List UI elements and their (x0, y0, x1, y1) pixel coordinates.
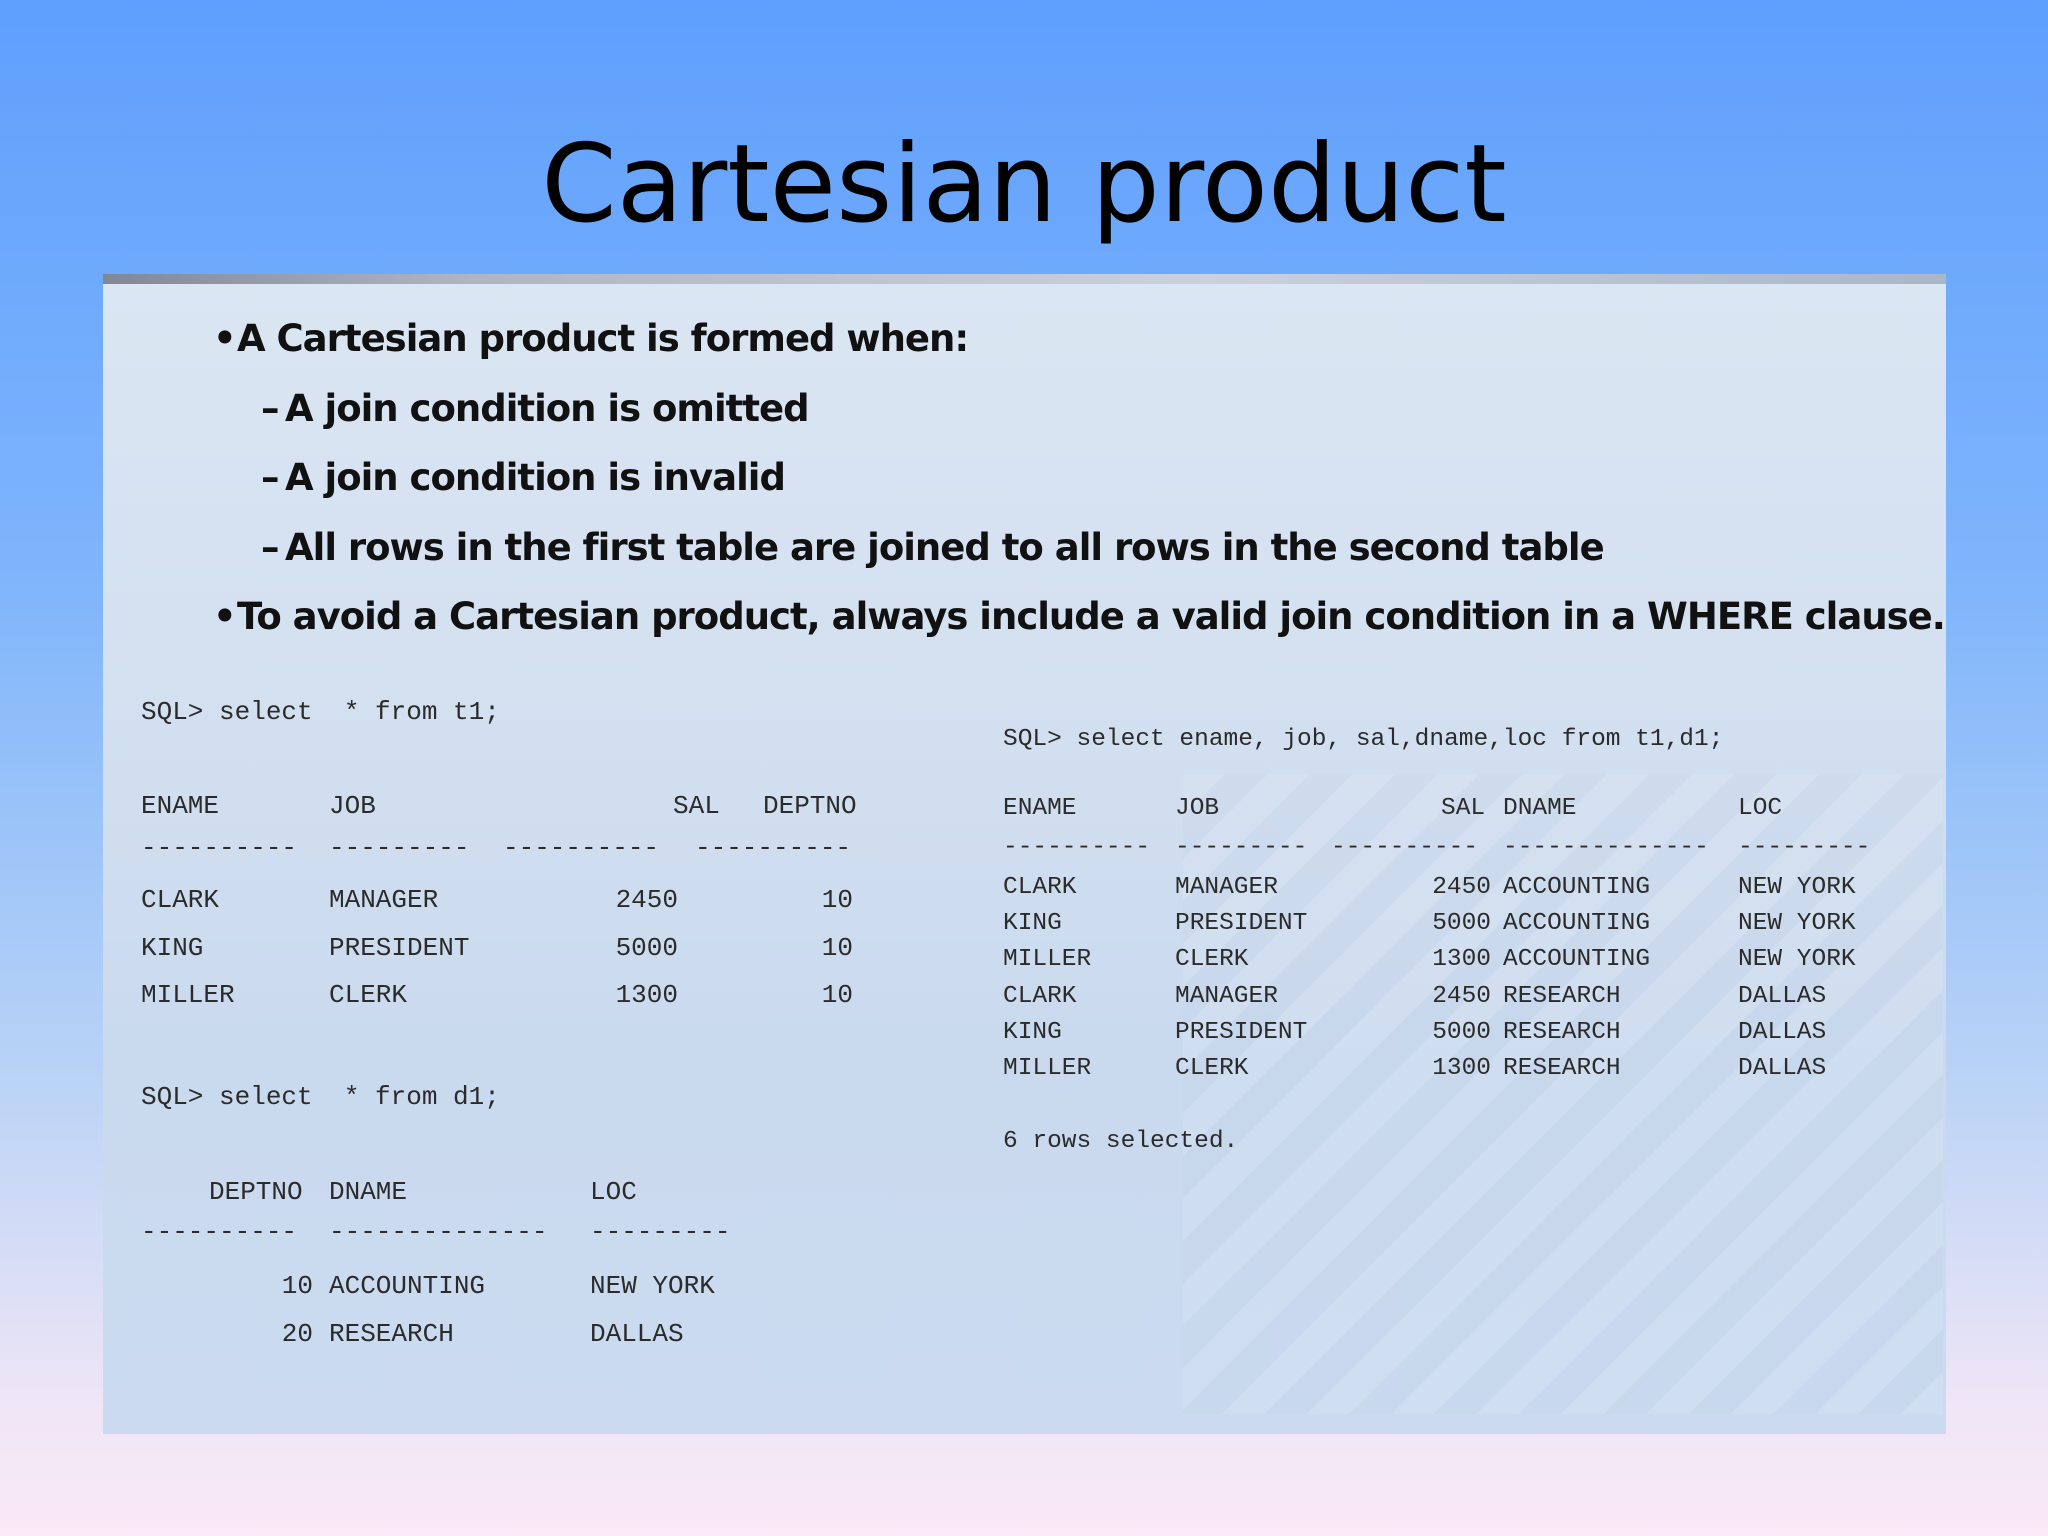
slide-title: Cartesian product (541, 122, 1507, 247)
background-watermark (1183, 774, 1943, 1414)
sql-prompt-join: SQL> select ename, job, sal,dname,loc fr… (1003, 726, 1724, 753)
t1-cell: 2450 (615, 885, 678, 915)
join-cell: 1300 (1432, 1055, 1491, 1082)
d1-header-deptno: DEPTNO (209, 1177, 303, 1207)
t1-cell: PRESIDENT (329, 933, 470, 963)
t1-separator: ---------- (695, 833, 852, 863)
join-header-job: JOB (1175, 795, 1220, 822)
d1-cell: DALLAS (590, 1319, 684, 1349)
t1-cell: 5000 (615, 933, 678, 963)
sql-prompt-t1: SQL> select * from t1; (141, 697, 500, 727)
d1-separator: --------- (590, 1217, 731, 1247)
join-separator: -------------- (1503, 834, 1709, 861)
join-cell: NEW YORK (1738, 874, 1856, 901)
join-footer: 6 rows selected. (1003, 1128, 1239, 1155)
join-cell: ACCOUNTING (1503, 910, 1651, 937)
join-cell: NEW YORK (1738, 910, 1856, 937)
d1-cell: 10 (281, 1271, 313, 1301)
d1-separator: -------------- (329, 1217, 548, 1247)
t1-separator: ---------- (141, 833, 298, 863)
join-separator: --------- (1738, 834, 1871, 861)
join-separator: --------- (1175, 834, 1308, 861)
join-cell: DALLAS (1738, 1019, 1827, 1046)
join-cell: MILLER (1003, 1055, 1092, 1082)
join-cell: CLERK (1175, 1055, 1249, 1082)
t1-cell: KING (141, 933, 204, 963)
join-cell: ACCOUNTING (1503, 946, 1651, 973)
bullet-item: To avoid a Cartesian product, always inc… (213, 582, 1946, 652)
d1-cell: RESEARCH (329, 1319, 454, 1349)
t1-separator: --------- (329, 833, 470, 863)
t1-cell: 1300 (615, 980, 678, 1010)
t1-cell: MILLER (141, 980, 235, 1010)
join-cell: RESEARCH (1503, 1055, 1621, 1082)
t1-cell: MANAGER (329, 885, 439, 915)
join-cell: 1300 (1432, 946, 1491, 973)
join-cell: MILLER (1003, 946, 1092, 973)
t1-cell: 10 (821, 885, 853, 915)
join-cell: ACCOUNTING (1503, 874, 1651, 901)
sub-bullet-item: All rows in the first table are joined t… (213, 513, 1913, 583)
join-cell: CLERK (1175, 946, 1249, 973)
sql-prompt-d1: SQL> select * from d1; (141, 1082, 500, 1112)
d1-cell: 20 (281, 1319, 313, 1349)
t1-header-job: JOB (329, 791, 376, 821)
join-separator: ---------- (1331, 834, 1479, 861)
join-header-ename: ENAME (1003, 795, 1077, 822)
t1-cell: CLERK (329, 980, 408, 1010)
join-header-loc: LOC (1738, 795, 1783, 822)
join-cell: CLARK (1003, 874, 1077, 901)
t1-cell: 10 (821, 980, 853, 1010)
join-cell: 5000 (1432, 1019, 1491, 1046)
panel-top-bar (103, 274, 1946, 284)
t1-header-ename: ENAME (141, 791, 220, 821)
join-cell: KING (1003, 1019, 1062, 1046)
t1-cell: CLARK (141, 885, 220, 915)
join-cell: 2450 (1432, 983, 1491, 1010)
join-cell: MANAGER (1175, 983, 1278, 1010)
d1-separator: ---------- (141, 1217, 298, 1247)
join-header-dname: DNAME (1503, 795, 1577, 822)
t1-cell: 10 (821, 933, 853, 963)
join-cell: RESEARCH (1503, 1019, 1621, 1046)
d1-header-dname: DNAME (329, 1177, 408, 1207)
join-cell: NEW YORK (1738, 946, 1856, 973)
bullet-item: A Cartesian product is formed when: (213, 304, 1913, 374)
join-cell: CLARK (1003, 983, 1077, 1010)
d1-cell: NEW YORK (590, 1271, 715, 1301)
join-cell: RESEARCH (1503, 983, 1621, 1010)
join-cell: 5000 (1432, 910, 1491, 937)
join-separator: ---------- (1003, 834, 1151, 861)
join-header-sal: SAL (1441, 795, 1486, 822)
join-cell: 2450 (1432, 874, 1491, 901)
t1-separator: ---------- (503, 833, 660, 863)
join-cell: DALLAS (1738, 983, 1827, 1010)
t1-header-sal: SAL (673, 791, 720, 821)
d1-header-loc: LOC (590, 1177, 637, 1207)
d1-cell: ACCOUNTING (329, 1271, 486, 1301)
content-panel: A Cartesian product is formed when: A jo… (103, 274, 1946, 1434)
join-cell: PRESIDENT (1175, 910, 1308, 937)
sub-bullet-item: A join condition is invalid (213, 443, 1913, 513)
t1-header-deptno: DEPTNO (763, 791, 857, 821)
join-cell: PRESIDENT (1175, 1019, 1308, 1046)
join-cell: KING (1003, 910, 1062, 937)
join-cell: DALLAS (1738, 1055, 1827, 1082)
bullet-list: A Cartesian product is formed when: A jo… (213, 304, 1946, 652)
join-cell: MANAGER (1175, 874, 1278, 901)
sub-bullet-item: A join condition is omitted (213, 374, 1913, 444)
